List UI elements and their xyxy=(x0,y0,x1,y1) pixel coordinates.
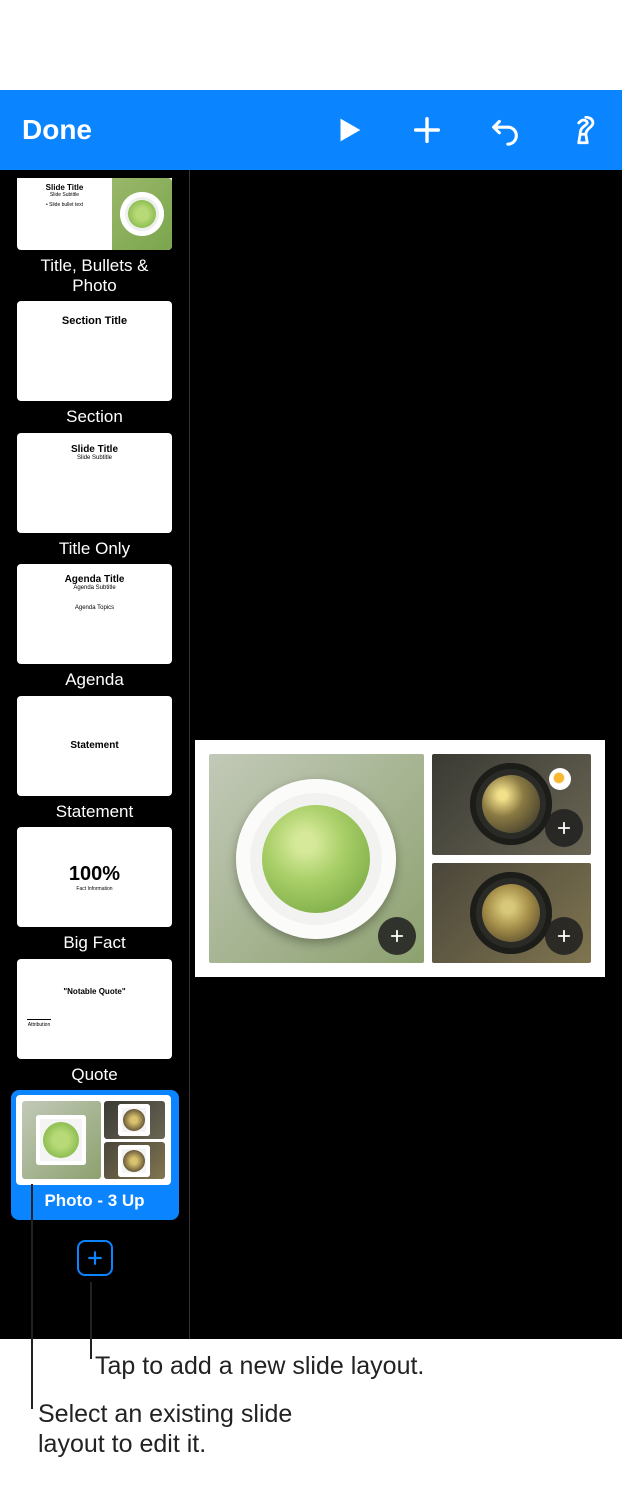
thumb-subtitle: Agenda Subtitle xyxy=(27,585,162,591)
layout-photo-3-up[interactable]: Photo - 3 Up xyxy=(11,1090,179,1220)
layout-label: Quote xyxy=(17,1065,172,1085)
layout-big-fact[interactable]: 100% Fact Information Big Fact xyxy=(17,827,172,953)
add-media-icon[interactable] xyxy=(545,917,583,955)
slide-layout-sidebar[interactable]: Slide Title Slide Subtitle • Slide bulle… xyxy=(0,170,190,1339)
add-media-icon[interactable] xyxy=(545,809,583,847)
leader-line xyxy=(31,1184,33,1409)
image-placeholder-1[interactable] xyxy=(209,754,424,963)
thumb-title: Section Title xyxy=(17,301,172,341)
layout-label: Title, Bullets & Photo xyxy=(17,256,172,295)
layout-title-only[interactable]: Slide Title Slide Subtitle Title Only xyxy=(17,433,172,559)
thumb-title: 100% xyxy=(69,863,120,886)
thumb-subtitle: Slide Subtitle xyxy=(21,192,108,198)
slide-canvas[interactable] xyxy=(190,170,622,1339)
thumb-title: Agenda Title xyxy=(27,574,162,585)
layout-label: Big Fact xyxy=(17,933,172,953)
layout-quote[interactable]: "Notable Quote" Attribution Quote xyxy=(17,959,172,1085)
layout-statement[interactable]: Statement Statement xyxy=(17,696,172,822)
add-media-icon[interactable] xyxy=(378,917,416,955)
thumb-attribution: Attribution xyxy=(27,1019,51,1028)
add-placeholder-button[interactable] xyxy=(410,113,444,147)
layout-label: Photo - 3 Up xyxy=(16,1191,174,1215)
toolbar: Done xyxy=(0,90,622,170)
thumb-topics: Agenda Topics xyxy=(27,605,162,611)
thumb-title: "Notable Quote" xyxy=(63,987,125,996)
thumb-title: Statement xyxy=(17,696,172,796)
undo-button[interactable] xyxy=(488,113,522,147)
thumb-subtitle: Slide Subtitle xyxy=(27,455,162,461)
layout-agenda[interactable]: Agenda Title Agenda Subtitle Agenda Topi… xyxy=(17,564,172,690)
thumb-bullet: Slide bullet text xyxy=(49,202,83,208)
callout-add-layout: Tap to add a new slide layout. xyxy=(95,1351,424,1381)
callout-select-layout: Select an existing slide layout to edit … xyxy=(38,1399,338,1459)
placeholder-image xyxy=(470,763,552,845)
play-icon[interactable] xyxy=(332,113,366,147)
main-slide[interactable] xyxy=(195,740,605,977)
placeholder-image xyxy=(470,872,552,954)
add-slide-layout-button[interactable] xyxy=(77,1240,113,1276)
placeholder-image xyxy=(236,779,396,939)
layout-label: Section xyxy=(17,407,172,427)
image-placeholder-3[interactable] xyxy=(432,863,591,964)
layout-label: Title Only xyxy=(17,539,172,559)
placeholder-image-detail xyxy=(549,768,571,790)
thumb-title: Slide Title xyxy=(71,444,118,455)
thumb-subtitle: Fact Information xyxy=(76,886,112,892)
layout-label: Agenda xyxy=(17,670,172,690)
done-button[interactable]: Done xyxy=(22,114,92,146)
image-placeholder-2[interactable] xyxy=(432,754,591,855)
thumb-title: Slide Title xyxy=(46,183,84,192)
app-window: Done xyxy=(0,90,622,1339)
layout-section[interactable]: Section Title Section xyxy=(17,301,172,427)
leader-line xyxy=(90,1282,92,1359)
layout-label: Statement xyxy=(17,802,172,822)
format-brush-icon[interactable] xyxy=(566,113,600,147)
layout-title-bullets-photo[interactable]: Slide Title Slide Subtitle • Slide bulle… xyxy=(17,178,172,295)
